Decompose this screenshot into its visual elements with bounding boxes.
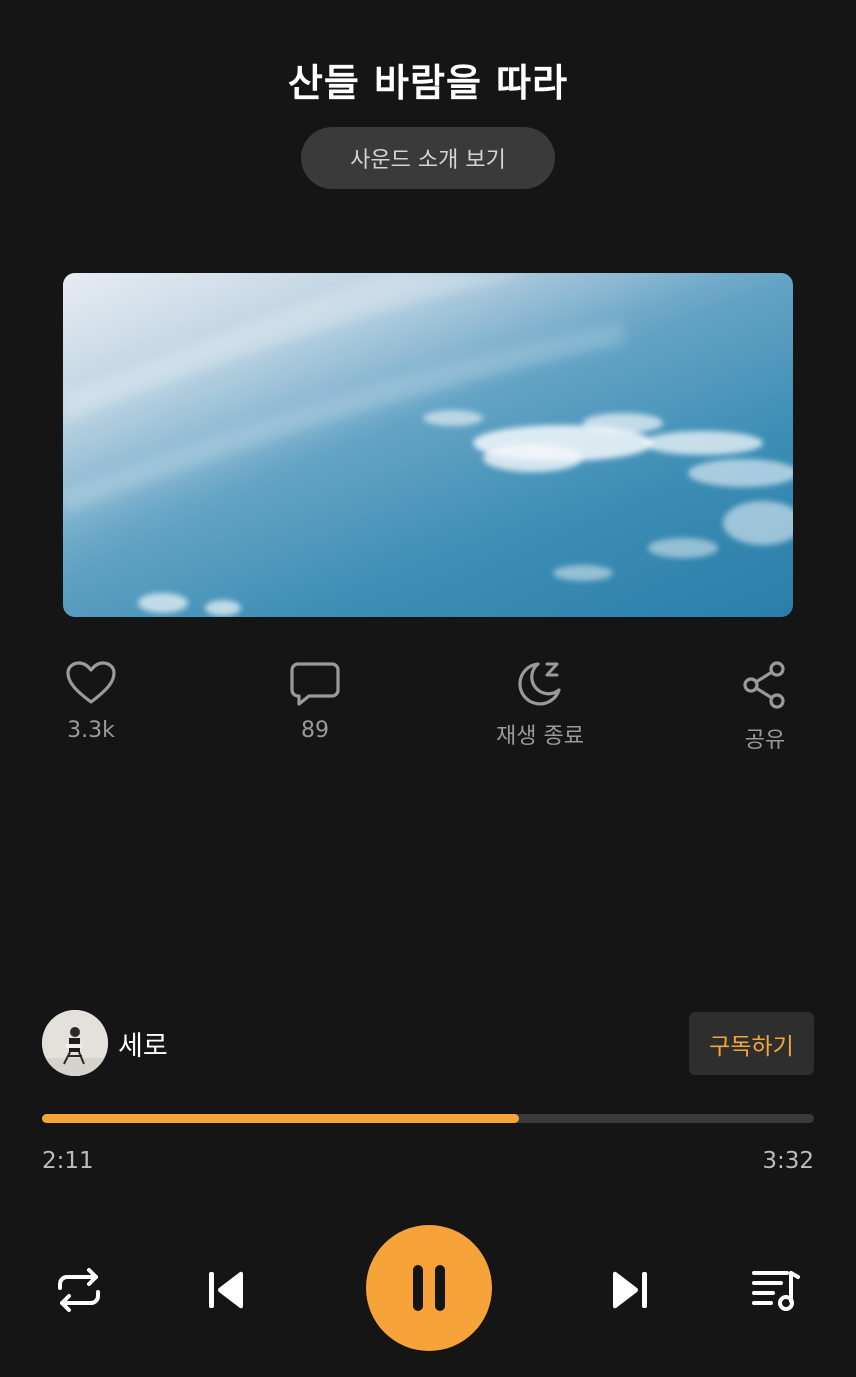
like-count: 3.3k <box>67 718 115 743</box>
share-action[interactable]: 공유 <box>705 660 825 754</box>
action-bar: 3.3k 89 재생 종료 공유 <box>0 660 856 760</box>
comment-count: 89 <box>301 718 329 743</box>
subscribe-button[interactable]: 구독하기 <box>689 1012 814 1075</box>
playlist-icon <box>752 1271 800 1311</box>
previous-button[interactable] <box>198 1263 252 1317</box>
sleep-timer-action[interactable]: 재생 종료 <box>480 660 600 750</box>
skip-next-icon <box>612 1271 647 1309</box>
track-title: 산들 바람을 따라 <box>287 61 569 105</box>
like-action[interactable]: 3.3k <box>31 660 151 743</box>
pause-icon <box>413 1265 445 1311</box>
sleep-timer-icon <box>518 662 561 706</box>
playback-controls <box>0 1225 856 1355</box>
cover-art <box>63 273 793 617</box>
artist-row: 세로 구독하기 <box>42 1010 814 1076</box>
sky-image <box>63 273 793 617</box>
avatar-image <box>42 1010 108 1076</box>
artist-name[interactable]: 세로 <box>118 1024 168 1063</box>
total-time: 3:32 <box>762 1148 814 1174</box>
player-screen: 산들 바람을 따라 사운드 소개 보기 3.3k 89 재생 종료 공유 세로 … <box>0 0 856 1377</box>
sleep-timer-label: 재생 종료 <box>496 724 584 749</box>
skip-previous-icon <box>209 1271 244 1309</box>
progress-bar[interactable] <box>42 1114 814 1123</box>
heart-icon <box>66 661 116 704</box>
repeat-button[interactable] <box>52 1263 106 1317</box>
progress-fill <box>42 1114 520 1123</box>
share-label: 공유 <box>744 728 786 753</box>
elapsed-time: 2:11 <box>42 1148 94 1174</box>
artist-avatar[interactable] <box>42 1010 108 1076</box>
repeat-icon <box>58 1268 100 1312</box>
comment-action[interactable]: 89 <box>255 660 375 743</box>
share-icon <box>743 661 785 709</box>
next-button[interactable] <box>604 1263 658 1317</box>
playlist-button[interactable] <box>748 1263 806 1317</box>
comment-icon <box>290 662 340 706</box>
sound-intro-button[interactable]: 사운드 소개 보기 <box>301 127 555 189</box>
play-pause-button[interactable] <box>366 1225 492 1351</box>
